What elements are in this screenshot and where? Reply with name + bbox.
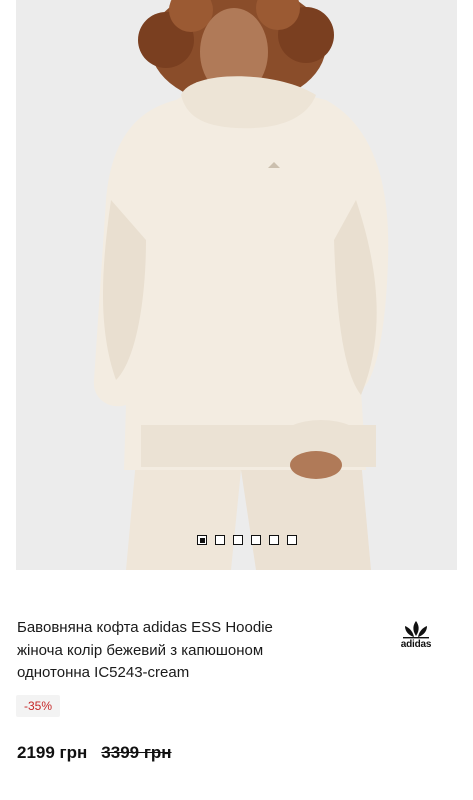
product-photo: [16, 0, 457, 570]
price-row: 2199 грн 3399 грн: [17, 743, 172, 763]
gallery-dot-5[interactable]: [269, 535, 279, 545]
gallery-pagination: [197, 535, 297, 545]
brand-logo-text: adidas: [400, 639, 432, 650]
gallery-dot-1[interactable]: [197, 535, 207, 545]
gallery-dot-4[interactable]: [251, 535, 261, 545]
product-image[interactable]: [16, 0, 457, 570]
brand-logo[interactable]: adidas: [396, 620, 436, 654]
adidas-trefoil-icon: [403, 621, 429, 639]
current-price: 2199 грн: [17, 743, 88, 762]
old-price: 3399 грн: [101, 743, 172, 762]
gallery-dot-3[interactable]: [233, 535, 243, 545]
gallery-dot-2[interactable]: [215, 535, 225, 545]
product-title[interactable]: Бавовняна кофта adidas ESS Hoodie жіноча…: [17, 617, 317, 685]
gallery-dot-6[interactable]: [287, 535, 297, 545]
discount-badge: -35%: [16, 695, 61, 717]
